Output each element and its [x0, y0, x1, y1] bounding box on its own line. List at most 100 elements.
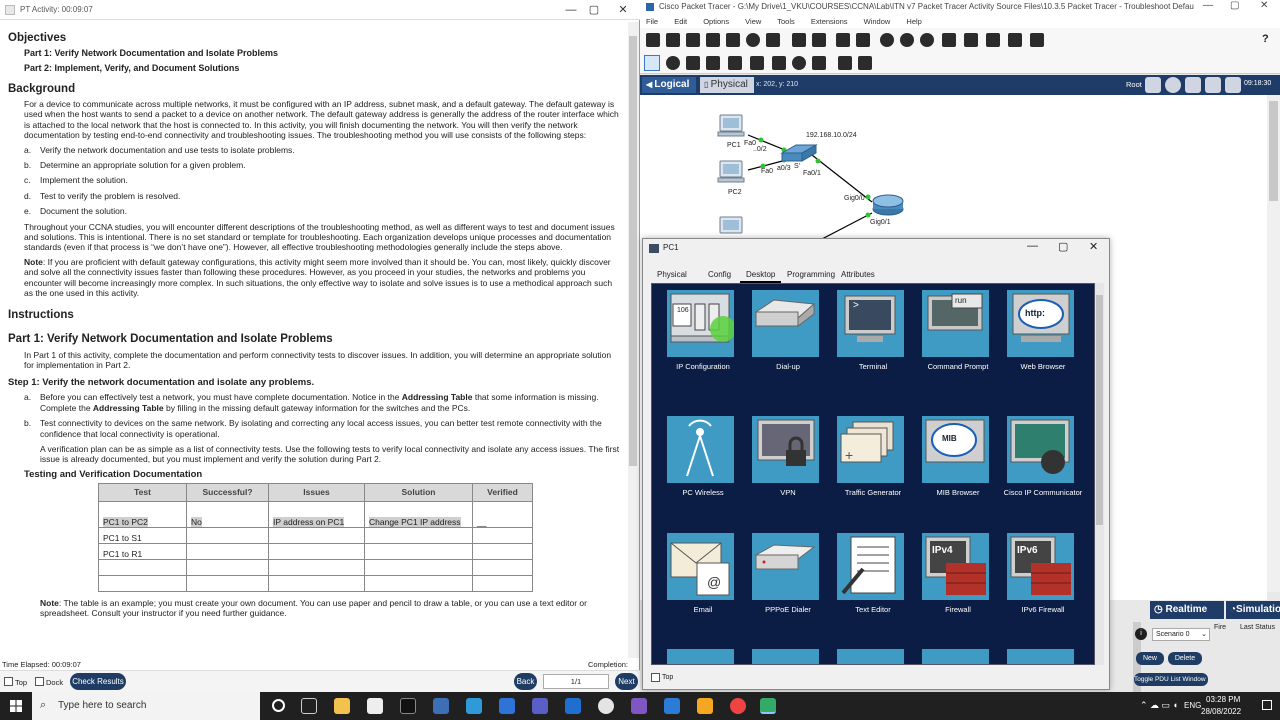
- scrollbar-thumb[interactable]: [629, 36, 637, 466]
- copy-icon[interactable]: [792, 33, 806, 47]
- undo-icon[interactable]: [836, 33, 850, 47]
- scenario-select[interactable]: Scenario 0 ⌄: [1152, 628, 1210, 641]
- notifications-icon[interactable]: [1262, 700, 1272, 710]
- menu-help[interactable]: Help: [906, 17, 921, 26]
- network-wizard-icon[interactable]: [766, 33, 780, 47]
- tab-config[interactable]: Config: [702, 267, 737, 283]
- tab-physical[interactable]: Physical: [651, 267, 693, 283]
- back-icon[interactable]: [1145, 77, 1161, 93]
- app-mib-browser[interactable]: MIB MIB Browser: [915, 410, 1001, 520]
- instructions-scrollbar[interactable]: [628, 22, 639, 658]
- inspect-tool-icon[interactable]: [666, 56, 680, 70]
- taskbar-date[interactable]: 28/08/2022: [1201, 707, 1241, 716]
- activity-wizard-icon[interactable]: [1030, 33, 1044, 47]
- app-firewall[interactable]: IPv4 Firewall: [915, 527, 1001, 637]
- delete-tool-icon[interactable]: [686, 56, 700, 70]
- tab-attributes[interactable]: Attributes: [835, 267, 881, 283]
- menu-options[interactable]: Options: [703, 17, 729, 26]
- task-view-icon[interactable]: [301, 698, 317, 714]
- desktop-scrollbar[interactable]: [1095, 283, 1104, 665]
- app-icon[interactable]: [565, 698, 581, 714]
- close-button[interactable]: ✕: [1089, 240, 1098, 253]
- draw-rectangle-icon[interactable]: [772, 56, 786, 70]
- zoom-reset-icon[interactable]: [900, 33, 914, 47]
- check-results-button[interactable]: Check Results: [70, 673, 126, 690]
- taskbar-time[interactable]: 03:28 PM: [1206, 695, 1240, 704]
- drawing-palette-icon[interactable]: [942, 33, 956, 47]
- app-icon[interactable]: [433, 698, 449, 714]
- physical-tab[interactable]: ▯ Physical: [700, 77, 754, 93]
- minimize-button[interactable]: —: [560, 1, 582, 19]
- draw-ellipse-icon[interactable]: [792, 56, 806, 70]
- app-icon[interactable]: [499, 698, 515, 714]
- place-note-icon[interactable]: [728, 56, 742, 70]
- app-icon[interactable]: [697, 698, 713, 714]
- menu-view[interactable]: View: [745, 17, 761, 26]
- app-email[interactable]: @ Email: [660, 527, 746, 637]
- file-explorer-icon[interactable]: [334, 698, 350, 714]
- move-object-icon[interactable]: [1205, 77, 1221, 93]
- new-scenario-button[interactable]: New: [1136, 652, 1164, 665]
- resize-tool-icon[interactable]: [706, 56, 720, 70]
- info-icon[interactable]: i: [1135, 628, 1147, 640]
- app-icon[interactable]: [466, 698, 482, 714]
- scrollbar-thumb[interactable]: [1269, 101, 1278, 201]
- page-indicator[interactable]: 1/1: [543, 674, 609, 689]
- image-icon[interactable]: [1008, 33, 1022, 47]
- freeform-icon[interactable]: [812, 56, 826, 70]
- menu-extensions[interactable]: Extensions: [811, 17, 848, 26]
- print-icon[interactable]: [726, 33, 740, 47]
- app-icon[interactable]: [664, 698, 680, 714]
- scrollbar-thumb[interactable]: [1096, 295, 1103, 525]
- maximize-button[interactable]: ▢: [1230, 0, 1239, 11]
- select-tool-icon[interactable]: [644, 55, 660, 71]
- tab-desktop[interactable]: Desktop: [740, 267, 782, 283]
- toggle-pdu-list-button[interactable]: Toggle PDU List Window: [1134, 673, 1208, 686]
- teams-icon[interactable]: [532, 698, 548, 714]
- app-tile-partial[interactable]: [1007, 649, 1074, 664]
- minimize-button[interactable]: —: [1027, 240, 1038, 252]
- workspace-scrollbar[interactable]: [1267, 95, 1280, 592]
- app-web-browser[interactable]: http: Web Browser: [1000, 284, 1086, 394]
- menu-file[interactable]: File: [646, 17, 658, 26]
- app-icon[interactable]: [631, 698, 647, 714]
- redo-icon[interactable]: [856, 33, 870, 47]
- app-pppoe-dialer[interactable]: PPPoE Dialer: [745, 527, 831, 637]
- app-ip-configuration[interactable]: 106 IP Configuration: [660, 284, 746, 394]
- minimize-button[interactable]: —: [1203, 0, 1213, 11]
- app-ipv6-firewall[interactable]: IPv6 IPv6 Firewall: [1000, 527, 1086, 637]
- top-checkbox[interactable]: [4, 677, 13, 686]
- maximize-button[interactable]: ▢: [1058, 240, 1068, 253]
- app-vpn[interactable]: VPN: [745, 410, 831, 520]
- viewport-icon[interactable]: [986, 33, 1000, 47]
- zoom-in-icon[interactable]: [880, 33, 894, 47]
- tab-programming[interactable]: Programming: [781, 267, 841, 283]
- save-as-icon[interactable]: [706, 33, 720, 47]
- open-file-icon[interactable]: [666, 33, 680, 47]
- app-cisco-ip-communicator[interactable]: Cisco IP Communicator: [1000, 410, 1086, 520]
- app-tile-partial[interactable]: [922, 649, 989, 664]
- paste-icon[interactable]: [812, 33, 826, 47]
- menu-window[interactable]: Window: [864, 17, 891, 26]
- new-cluster-icon[interactable]: [1185, 77, 1201, 93]
- menu-edit[interactable]: Edit: [674, 17, 687, 26]
- zoom-out-icon[interactable]: [920, 33, 934, 47]
- app-command-prompt[interactable]: run Command Prompt: [915, 284, 1001, 394]
- windows-start-icon[interactable]: [10, 700, 22, 712]
- tray-icons[interactable]: ⌃ ☁ ▭ ◖: [1140, 700, 1178, 711]
- app-traffic-generator[interactable]: + Traffic Generator: [830, 410, 916, 520]
- language-indicator[interactable]: ENG: [1184, 701, 1201, 710]
- menu-tools[interactable]: Tools: [777, 17, 795, 26]
- logical-tab[interactable]: ◀ Logical: [642, 77, 696, 93]
- new-file-icon[interactable]: [646, 33, 660, 47]
- add-simple-pdu-icon[interactable]: [838, 56, 852, 70]
- dock-checkbox[interactable]: [35, 677, 44, 686]
- taskbar-search-box[interactable]: ⌕ Type here to search: [32, 692, 260, 720]
- close-button[interactable]: ✕: [612, 1, 634, 19]
- save-icon[interactable]: [686, 33, 700, 47]
- info-icon[interactable]: [746, 33, 760, 47]
- realtime-mode-button[interactable]: ◷ Realtime: [1150, 601, 1224, 619]
- app-tile-partial[interactable]: [752, 649, 819, 664]
- cortana-icon[interactable]: [272, 699, 285, 712]
- set-background-icon[interactable]: [1225, 77, 1241, 93]
